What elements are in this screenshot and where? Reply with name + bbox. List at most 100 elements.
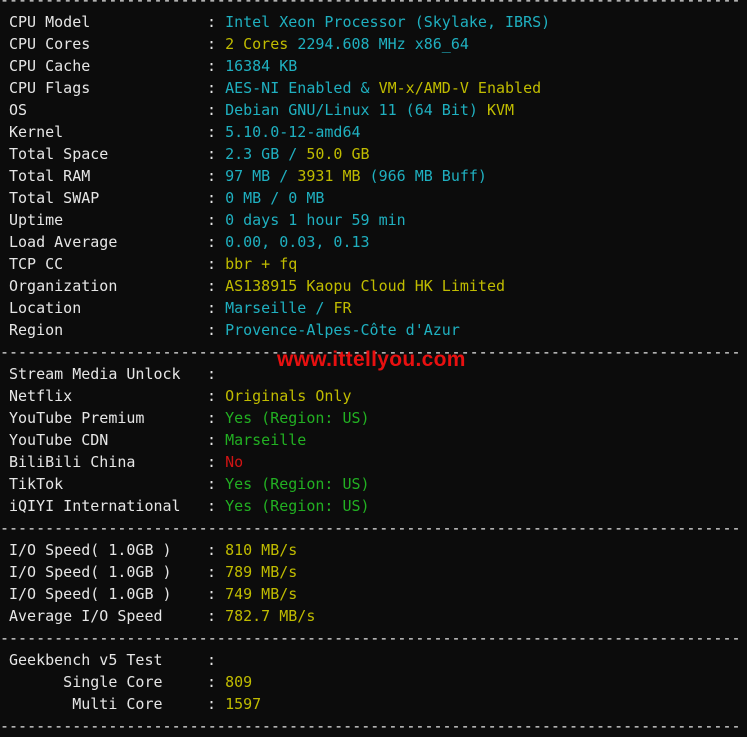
info-row: CPU Cache: 16384 KB — [9, 55, 740, 77]
colon-separator: : — [207, 695, 226, 713]
row-value: bbr + fq — [225, 255, 298, 273]
colon-separator: : — [207, 497, 226, 515]
info-row: TikTok: Yes (Region: US) — [9, 473, 740, 495]
info-row: Load Average: 0.00, 0.03, 0.13 — [9, 231, 740, 253]
info-row: CPU Cores: 2 Cores 2294.608 MHz x86_64 — [9, 33, 740, 55]
info-row: Kernel: 5.10.0-12-amd64 — [9, 121, 740, 143]
info-row: YouTube Premium: Yes (Region: US) — [9, 407, 740, 429]
separator-line: ----------------------------------------… — [0, 0, 740, 9]
row-value: VM-x/AMD-V Enabled — [378, 79, 542, 97]
row-label: YouTube Premium — [9, 409, 145, 427]
row-label: YouTube CDN — [9, 431, 109, 449]
row-label: Single Core — [9, 673, 163, 691]
colon-separator: : — [207, 13, 226, 31]
row-label: BiliBili China — [9, 453, 136, 471]
row-value: (966 MB Buff) — [360, 167, 487, 185]
colon-separator: : — [207, 453, 226, 471]
row-label: Region — [9, 321, 64, 339]
row-value: Marseille / — [225, 299, 334, 317]
colon-separator: : — [207, 79, 226, 97]
info-row: Uptime: 0 days 1 hour 59 min — [9, 209, 740, 231]
colon-separator: : — [207, 387, 226, 405]
row-value: Yes (Region: US) — [225, 497, 370, 515]
info-row: Organization: AS138915 Kaopu Cloud HK Li… — [9, 275, 740, 297]
row-value: 749 MB/s — [225, 585, 298, 603]
row-value: Yes (Region: US) — [225, 409, 370, 427]
row-label: Average I/O Speed — [9, 607, 163, 625]
row-value: 0 MB / 0 MB — [225, 189, 325, 207]
row-label: Multi Core — [9, 695, 163, 713]
row-label: CPU Flags — [9, 79, 91, 97]
separator-line: ----------------------------------------… — [0, 717, 740, 735]
colon-separator: : — [207, 145, 226, 163]
info-row: Total SWAP: 0 MB / 0 MB — [9, 187, 740, 209]
colon-separator: : — [207, 409, 226, 427]
colon-separator: : — [207, 563, 226, 581]
row-value: 1597 — [225, 695, 262, 713]
row-label: Location — [9, 299, 82, 317]
row-value: Debian GNU/Linux 11 (64 Bit) — [225, 101, 487, 119]
row-label: I/O Speed( 1.0GB ) — [9, 563, 172, 581]
row-label: I/O Speed( 1.0GB ) — [9, 585, 172, 603]
row-label: Total Space — [9, 145, 109, 163]
colon-separator: : — [207, 475, 226, 493]
info-row: iQIYI International: Yes (Region: US) — [9, 495, 740, 517]
separator-line: ----------------------------------------… — [0, 629, 740, 647]
row-label: Total SWAP — [9, 189, 100, 207]
info-row: BiliBili China: No — [9, 451, 740, 473]
colon-separator: : — [207, 299, 226, 317]
row-value: 50.0 GB — [306, 145, 370, 163]
colon-separator: : — [207, 321, 226, 339]
row-label: Geekbench v5 Test — [9, 651, 163, 669]
row-value: Intel Xeon Processor (Skylake, IBRS) — [225, 13, 551, 31]
row-value: AS138915 Kaopu Cloud HK Limited — [225, 277, 506, 295]
row-label: Kernel — [9, 123, 64, 141]
row-value: 2 Cores — [225, 35, 298, 53]
row-label: Netflix — [9, 387, 73, 405]
colon-separator: : — [207, 123, 226, 141]
info-row: Total RAM: 97 MB / 3931 MB (966 MB Buff) — [9, 165, 740, 187]
row-value: 782.7 MB/s — [225, 607, 316, 625]
row-value: 3931 MB — [297, 167, 361, 185]
colon-separator: : — [207, 233, 226, 251]
info-row: Single Core: 809 — [9, 671, 740, 693]
info-row: I/O Speed( 1.0GB ): 810 MB/s — [9, 539, 740, 561]
row-value: 789 MB/s — [225, 563, 298, 581]
colon-separator: : — [207, 255, 226, 273]
row-label: I/O Speed( 1.0GB ) — [9, 541, 172, 559]
row-label: Load Average — [9, 233, 118, 251]
row-value: 16384 KB — [225, 57, 298, 75]
colon-separator: : — [207, 101, 226, 119]
colon-separator: : — [207, 673, 226, 691]
row-label: TikTok — [9, 475, 64, 493]
row-value: KVM — [486, 101, 515, 119]
row-value: 0 days 1 hour 59 min — [225, 211, 406, 229]
row-value: 2.3 GB / — [225, 145, 307, 163]
row-label: OS — [9, 101, 28, 119]
row-value: 2294.608 MHz x86_64 — [297, 35, 469, 53]
info-row: YouTube CDN: Marseille — [9, 429, 740, 451]
colon-separator: : — [207, 167, 226, 185]
info-row: Total Space: 2.3 GB / 50.0 GB — [9, 143, 740, 165]
colon-separator: : — [207, 57, 226, 75]
row-value: 809 — [225, 673, 253, 691]
row-value: Yes (Region: US) — [225, 475, 370, 493]
info-row: Geekbench v5 Test: — [9, 649, 740, 671]
row-label: iQIYI International — [9, 497, 181, 515]
colon-separator: : — [207, 211, 226, 229]
row-label: Uptime — [9, 211, 64, 229]
info-row: CPU Model: Intel Xeon Processor (Skylake… — [9, 11, 740, 33]
info-row: Average I/O Speed: 782.7 MB/s — [9, 605, 740, 627]
colon-separator: : — [207, 585, 226, 603]
info-row: TCP CC: bbr + fq — [9, 253, 740, 275]
row-label: TCP CC — [9, 255, 64, 273]
row-label: CPU Model — [9, 13, 91, 31]
info-row: I/O Speed( 1.0GB ): 789 MB/s — [9, 561, 740, 583]
row-value: 0.00, 0.03, 0.13 — [225, 233, 370, 251]
separator-line: ----------------------------------------… — [0, 519, 740, 537]
row-value: Marseille — [225, 431, 307, 449]
colon-separator: : — [207, 541, 226, 559]
row-label: Total RAM — [9, 167, 91, 185]
colon-separator: : — [207, 35, 226, 53]
colon-separator: : — [207, 651, 226, 669]
